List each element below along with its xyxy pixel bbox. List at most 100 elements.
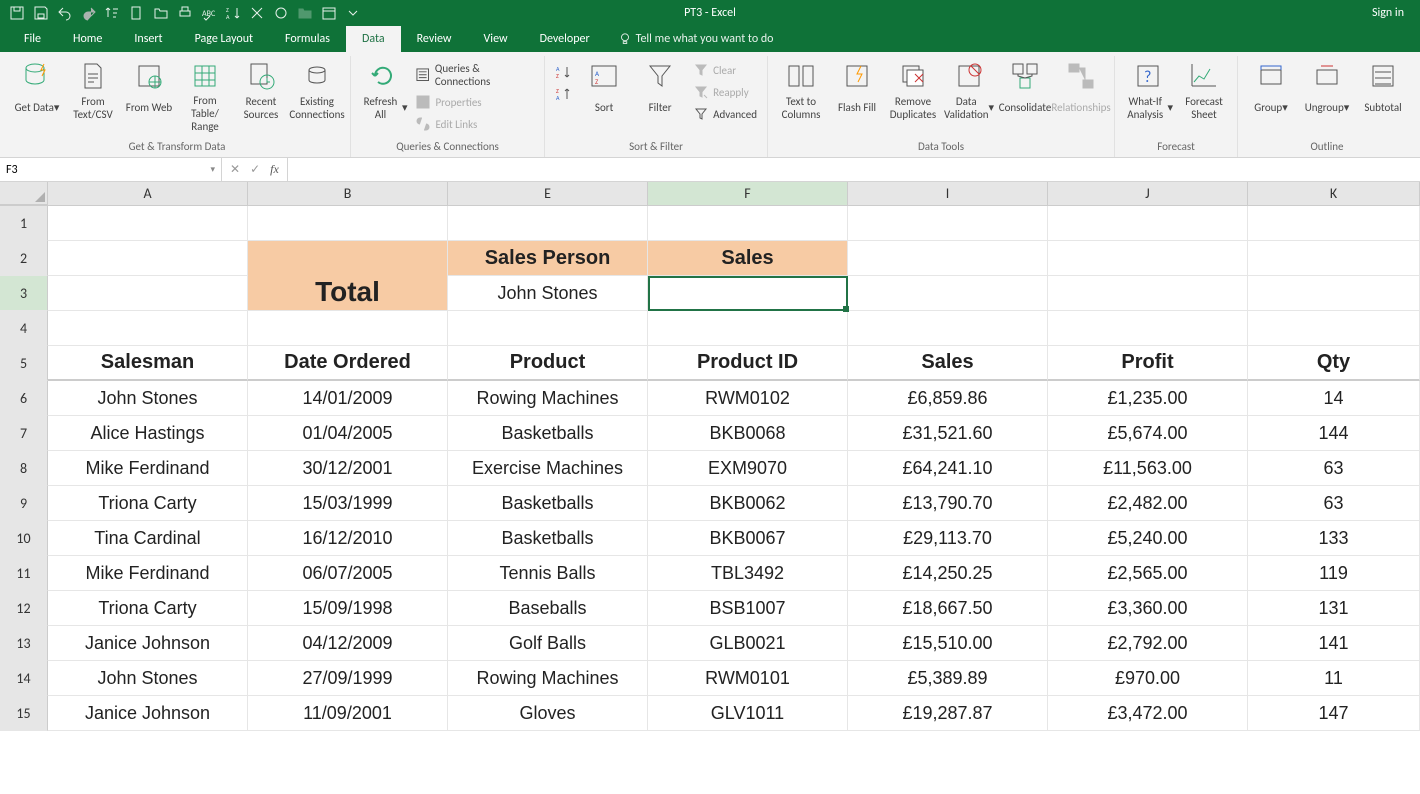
cell[interactable] xyxy=(1248,241,1420,276)
cell[interactable]: Janice Johnson xyxy=(48,626,248,661)
cell[interactable]: £14,250.25 xyxy=(848,556,1048,591)
cell[interactable] xyxy=(1048,276,1248,311)
row-head[interactable]: 6 xyxy=(0,381,48,416)
sales-person-value[interactable]: John Stones xyxy=(448,276,648,311)
tab-data[interactable]: Data xyxy=(346,26,401,52)
close-preview-icon[interactable] xyxy=(248,4,266,22)
row-head[interactable]: 2 xyxy=(0,241,48,276)
cell[interactable]: £2,482.00 xyxy=(1048,486,1248,521)
col-head-B[interactable]: B xyxy=(248,182,448,205)
properties-button[interactable]: Properties xyxy=(411,92,538,112)
cell[interactable]: £13,790.70 xyxy=(848,486,1048,521)
row-head[interactable]: 1 xyxy=(0,206,48,241)
cell[interactable]: 15/03/1999 xyxy=(248,486,448,521)
cancel-icon[interactable]: ✕ xyxy=(230,162,240,177)
tab-home[interactable]: Home xyxy=(57,26,118,52)
cell[interactable]: Janice Johnson xyxy=(48,696,248,731)
table-header[interactable]: Qty xyxy=(1248,346,1420,381)
cell[interactable]: John Stones xyxy=(48,661,248,696)
row-head[interactable]: 7 xyxy=(0,416,48,451)
cell[interactable]: Mike Ferdinand xyxy=(48,451,248,486)
cell[interactable]: £18,667.50 xyxy=(848,591,1048,626)
cell[interactable] xyxy=(48,276,248,311)
cell[interactable] xyxy=(848,206,1048,241)
subtotal-button[interactable]: Subtotal xyxy=(1356,56,1410,126)
cell[interactable]: 147 xyxy=(1248,696,1420,731)
cell[interactable]: £3,472.00 xyxy=(1048,696,1248,731)
cell[interactable] xyxy=(48,206,248,241)
cell[interactable]: Tennis Balls xyxy=(448,556,648,591)
cell[interactable]: £5,389.89 xyxy=(848,661,1048,696)
tab-view[interactable]: View xyxy=(468,26,524,52)
row-head[interactable]: 9 xyxy=(0,486,48,521)
cell[interactable] xyxy=(248,311,448,346)
cell[interactable] xyxy=(48,241,248,276)
sales-value-cell[interactable] xyxy=(648,276,848,311)
row-head[interactable]: 14 xyxy=(0,661,48,696)
cell[interactable] xyxy=(1248,276,1420,311)
cell[interactable]: 11 xyxy=(1248,661,1420,696)
cell[interactable]: £15,510.00 xyxy=(848,626,1048,661)
cell[interactable] xyxy=(1248,206,1420,241)
cell[interactable]: BSB1007 xyxy=(648,591,848,626)
sort-asc-icon[interactable] xyxy=(104,4,122,22)
select-all-corner[interactable] xyxy=(0,182,48,205)
cell[interactable] xyxy=(448,206,648,241)
cell[interactable] xyxy=(1048,206,1248,241)
cell[interactable]: £64,241.10 xyxy=(848,451,1048,486)
cell[interactable]: 14 xyxy=(1248,381,1420,416)
col-head-F[interactable]: F xyxy=(648,182,848,205)
cell[interactable]: £19,287.87 xyxy=(848,696,1048,731)
cell[interactable] xyxy=(648,311,848,346)
autosave-icon[interactable] xyxy=(8,4,26,22)
cell[interactable]: Basketballs xyxy=(448,486,648,521)
cell[interactable]: Triona Carty xyxy=(48,591,248,626)
sort-desc-button[interactable]: ZA xyxy=(551,84,575,104)
row-head[interactable]: 4 xyxy=(0,311,48,346)
cell[interactable]: Baseballs xyxy=(448,591,648,626)
cell[interactable] xyxy=(648,206,848,241)
row-head[interactable]: 15 xyxy=(0,696,48,731)
data-validation-button[interactable]: Data Validation ▾ xyxy=(942,56,996,126)
sales-header[interactable]: Sales xyxy=(648,241,848,276)
tab-file[interactable]: File xyxy=(8,26,57,52)
cell[interactable]: EXM9070 xyxy=(648,451,848,486)
tab-insert[interactable]: Insert xyxy=(118,26,178,52)
cell[interactable]: Basketballs xyxy=(448,521,648,556)
cell[interactable]: Gloves xyxy=(448,696,648,731)
cell[interactable]: GLB0021 xyxy=(648,626,848,661)
row-head[interactable]: 3 xyxy=(0,276,48,311)
table-header[interactable]: Sales xyxy=(848,346,1048,381)
folder-icon[interactable] xyxy=(296,4,314,22)
sort-za-icon[interactable]: ZA xyxy=(224,4,242,22)
cell[interactable]: 133 xyxy=(1248,521,1420,556)
cell[interactable]: £5,240.00 xyxy=(1048,521,1248,556)
quick-print-icon[interactable] xyxy=(176,4,194,22)
cell[interactable]: £29,113.70 xyxy=(848,521,1048,556)
cell[interactable]: 27/09/1999 xyxy=(248,661,448,696)
cell[interactable]: 15/09/1998 xyxy=(248,591,448,626)
clear-filter-button[interactable]: Clear xyxy=(689,60,761,80)
tell-me-search[interactable]: Tell me what you want to do xyxy=(606,26,786,52)
row-head[interactable]: 10 xyxy=(0,521,48,556)
col-head-E[interactable]: E xyxy=(448,182,648,205)
cell[interactable]: £2,565.00 xyxy=(1048,556,1248,591)
qat-customize-icon[interactable] xyxy=(344,4,362,22)
cell[interactable]: 06/07/2005 xyxy=(248,556,448,591)
open-icon[interactable] xyxy=(152,4,170,22)
cell[interactable]: Rowing Machines xyxy=(448,661,648,696)
table-header[interactable]: Product ID xyxy=(648,346,848,381)
enter-icon[interactable]: ✓ xyxy=(250,162,260,177)
cell[interactable] xyxy=(248,206,448,241)
advanced-filter-button[interactable]: Advanced xyxy=(689,104,761,124)
flash-fill-button[interactable]: Flash Fill xyxy=(830,56,884,126)
name-box[interactable]: F3 xyxy=(0,158,222,181)
cell[interactable]: Tina Cardinal xyxy=(48,521,248,556)
row-head[interactable]: 8 xyxy=(0,451,48,486)
cell[interactable] xyxy=(848,276,1048,311)
calendar-icon[interactable] xyxy=(320,4,338,22)
remove-duplicates-button[interactable]: Remove Duplicates xyxy=(886,56,940,126)
get-data-button[interactable]: Get Data ▾ xyxy=(10,56,64,126)
cell[interactable]: 63 xyxy=(1248,486,1420,521)
forecast-sheet-button[interactable]: Forecast Sheet xyxy=(1177,56,1231,126)
